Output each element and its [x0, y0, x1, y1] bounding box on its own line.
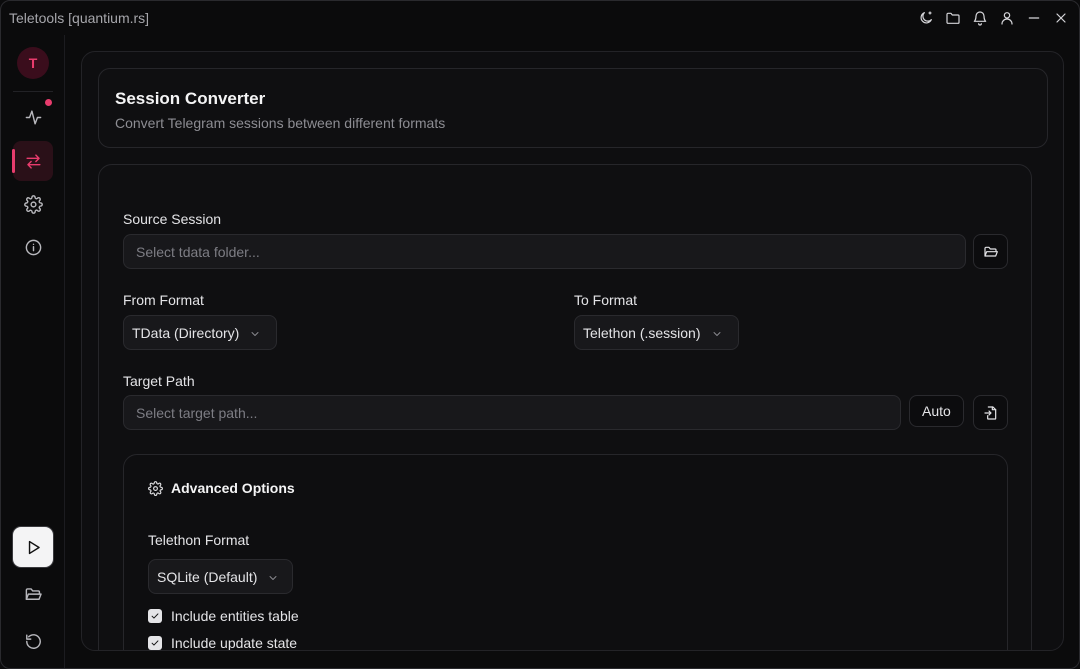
- include-update-state-label: Include update state: [171, 635, 298, 651]
- from-format-select[interactable]: TData (Directory): [123, 315, 277, 350]
- sidebar-item-activity[interactable]: [13, 97, 53, 137]
- title-bar: Teletools [quantium.rs]: [1, 1, 1079, 35]
- play-icon: [28, 540, 40, 554]
- page-subtitle: Convert Telegram sessions between differ…: [115, 115, 446, 131]
- titlebar-actions: [917, 10, 1069, 27]
- telethon-format-value: SQLite (Default): [157, 568, 258, 585]
- notification-badge: [45, 99, 52, 106]
- folder-open-icon: [983, 246, 998, 257]
- chevron-down-icon: [711, 327, 723, 339]
- info-icon: [25, 239, 41, 255]
- to-format-select[interactable]: Telethon (.session): [574, 315, 739, 350]
- app-window: Teletools [quantium.rs] T Session Conver…: [0, 0, 1080, 669]
- browse-source-button[interactable]: [973, 234, 1008, 269]
- page-title: Session Converter: [115, 89, 266, 108]
- browse-target-button[interactable]: [973, 395, 1008, 430]
- check-icon: [151, 613, 159, 619]
- include-entities-checkbox[interactable]: [148, 609, 162, 623]
- source-session-input[interactable]: Select tdata folder...: [123, 234, 966, 269]
- auto-button[interactable]: Auto: [909, 395, 964, 427]
- target-path-input[interactable]: Select target path...: [123, 395, 901, 430]
- to-format-label: To Format: [574, 292, 638, 308]
- avatar[interactable]: T: [17, 47, 49, 79]
- activity-icon: [25, 109, 41, 125]
- include-entities-option[interactable]: Include entities table: [148, 608, 299, 624]
- user-icon[interactable]: [998, 10, 1015, 27]
- include-entities-label: Include entities table: [171, 608, 299, 624]
- theme-moon-icon[interactable]: [917, 10, 934, 27]
- chevron-down-icon: [267, 571, 279, 583]
- telethon-format-label: Telethon Format: [148, 532, 250, 548]
- from-format-value: TData (Directory): [132, 324, 240, 341]
- advanced-options-title: Advanced Options: [148, 480, 295, 496]
- from-format-label: From Format: [123, 292, 204, 308]
- telethon-format-select[interactable]: SQLite (Default): [148, 559, 293, 594]
- minimize-icon[interactable]: [1025, 10, 1042, 27]
- target-path-label: Target Path: [123, 373, 195, 389]
- chevron-down-icon: [249, 327, 261, 339]
- reset-button[interactable]: [13, 621, 53, 661]
- converter-form: Source Session Select tdata folder... Fr…: [98, 164, 1032, 651]
- gear-icon: [23, 194, 43, 214]
- advanced-options-card: Advanced Options Telethon Format SQLite …: [123, 454, 1008, 651]
- close-icon[interactable]: [1052, 10, 1069, 27]
- bell-icon[interactable]: [971, 10, 988, 27]
- folder-open-icon: [25, 587, 42, 600]
- rotate-ccw-icon: [25, 633, 41, 649]
- include-update-state-option[interactable]: Include update state: [148, 635, 298, 651]
- open-folder-button[interactable]: [13, 574, 53, 614]
- include-update-state-checkbox[interactable]: [148, 636, 162, 650]
- gear-icon: [148, 480, 163, 496]
- folder-icon[interactable]: [944, 10, 961, 27]
- active-indicator: [12, 149, 15, 173]
- advanced-options-label: Advanced Options: [171, 480, 295, 496]
- file-export-icon: [983, 405, 996, 420]
- sidebar-item-settings[interactable]: [13, 184, 53, 224]
- sidebar-item-info[interactable]: [13, 227, 53, 267]
- header-card: Session Converter Convert Telegram sessi…: [98, 68, 1048, 148]
- sidebar: T: [1, 35, 65, 668]
- run-button[interactable]: [13, 527, 53, 567]
- window-title: Teletools [quantium.rs]: [9, 10, 150, 26]
- main-panel: Session Converter Convert Telegram sessi…: [81, 51, 1064, 651]
- check-icon: [151, 640, 159, 646]
- sidebar-item-converter[interactable]: [12, 141, 53, 181]
- source-session-label: Source Session: [123, 211, 222, 227]
- swap-arrows-icon: [25, 153, 41, 169]
- sidebar-divider: [13, 91, 53, 92]
- to-format-value: Telethon (.session): [583, 324, 701, 341]
